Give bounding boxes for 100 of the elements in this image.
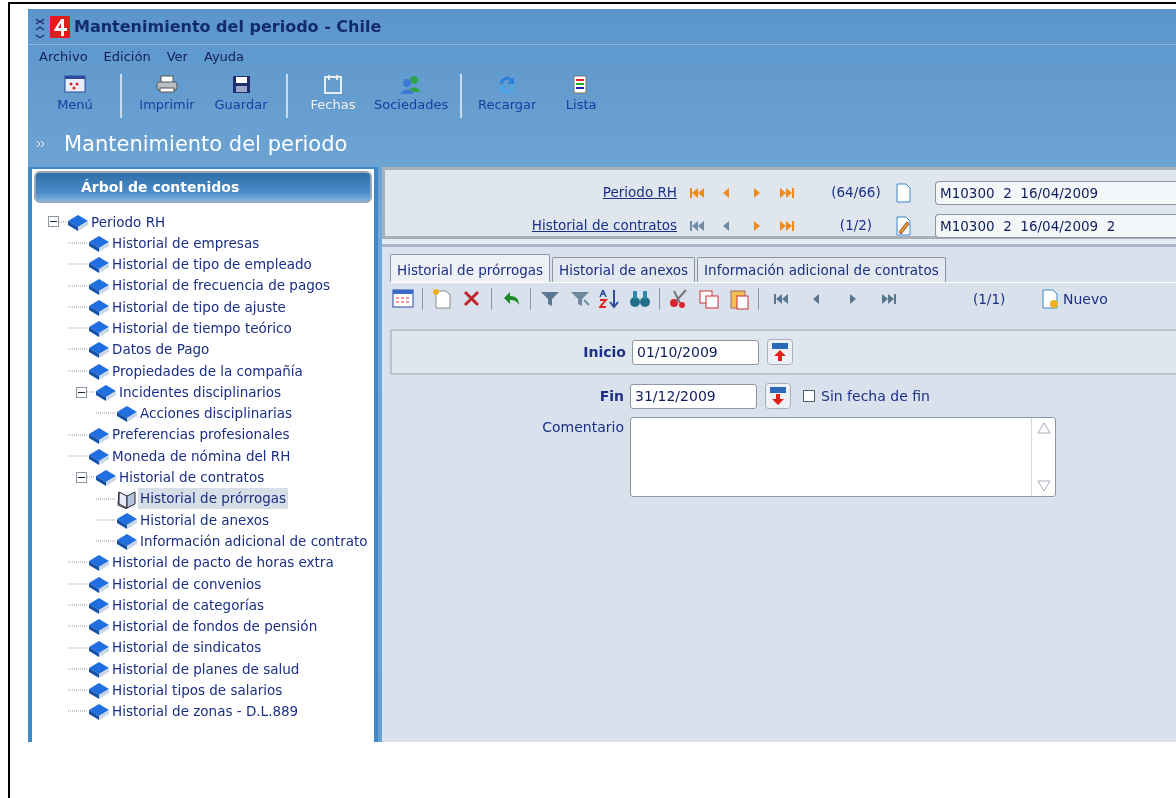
dotted-connector	[68, 561, 88, 564]
menu-item[interactable]: Archivo	[39, 47, 88, 67]
dotted-connector	[68, 433, 88, 436]
tree-item[interactable]: Historial de zonas - D.L.889	[110, 701, 301, 722]
collapse-toggle[interactable]	[48, 216, 59, 228]
dotted-connector	[68, 305, 88, 308]
new-button[interactable]: Nuevo	[1041, 288, 1108, 311]
tree-item[interactable]: Historial de categorías	[110, 594, 266, 616]
edit-document-icon[interactable]	[895, 215, 911, 236]
dotted-connector	[68, 454, 88, 457]
book-icon	[88, 318, 110, 339]
dotted-connector	[87, 476, 95, 479]
scissors-icon[interactable]	[668, 288, 690, 311]
calendar-button[interactable]	[767, 339, 793, 366]
dotted-connector	[96, 518, 116, 521]
dotted-connector	[68, 667, 88, 670]
dotted-connector	[96, 497, 116, 500]
printer-icon	[155, 74, 179, 95]
tree-item[interactable]: Historial de planes de salud	[110, 658, 302, 679]
tree-item[interactable]: Información adicional de contrato	[138, 530, 370, 552]
tree-item[interactable]: Historial de prórrogas	[138, 488, 289, 509]
last-record-icon[interactable]	[779, 219, 795, 232]
first-record-icon[interactable]	[773, 293, 789, 306]
new-document-icon	[1041, 288, 1059, 311]
checkbox-label: Sin fecha de fin	[821, 386, 930, 406]
book-icon	[95, 382, 117, 402]
dotted-connector	[68, 689, 88, 692]
menu-item[interactable]: Ayuda	[203, 47, 245, 67]
record-link[interactable]: Historial de contratos	[385, 215, 677, 236]
tree-item[interactable]: Historial de convenios	[110, 573, 264, 594]
record-field[interactable]: M10300 2 16/04/2009	[935, 180, 1176, 205]
last-record-icon[interactable]	[881, 293, 897, 306]
expand-arrows-icon[interactable]	[36, 140, 46, 150]
tree-item[interactable]: Historial tipos de salarios	[110, 680, 285, 701]
book-icon	[88, 254, 110, 275]
tree-item[interactable]: Moneda de nómina del RH	[110, 445, 293, 467]
tree-item[interactable]: Historial de pacto de horas extra	[110, 552, 336, 573]
dotted-connector	[68, 710, 88, 713]
tree-item[interactable]: Historial de frecuencia de pagos	[110, 275, 333, 296]
dotted-connector	[87, 391, 95, 393]
field-label: Fin	[598, 386, 625, 406]
scroll-up-icon[interactable]	[1036, 422, 1051, 435]
scroll-down-icon[interactable]	[1036, 480, 1051, 493]
dotted-connector	[68, 327, 88, 330]
checkbox[interactable]	[803, 390, 815, 403]
tree-item[interactable]: Historial de anexos	[138, 509, 272, 530]
sort-icon[interactable]	[599, 288, 621, 311]
comment-field[interactable]	[630, 417, 1056, 498]
open-book-icon	[116, 488, 138, 509]
dotted-connector	[68, 369, 88, 372]
tree-item[interactable]: Historial de sindicatos	[110, 637, 264, 658]
dotted-connector	[68, 604, 88, 606]
tree-item[interactable]: Incidentes disciplinarios	[117, 381, 284, 403]
tree-item[interactable]: Preferencias profesionales	[110, 424, 292, 445]
tree-item[interactable]: Historial de tiempo teórico	[110, 318, 294, 339]
book-icon	[88, 616, 110, 637]
tab[interactable]: Historial de anexos	[552, 257, 696, 283]
tree-item[interactable]: Historial de tipo de ajuste	[110, 296, 288, 317]
book-icon	[88, 339, 110, 360]
dotted-connector	[68, 263, 88, 266]
collapse-toggle[interactable]	[76, 386, 87, 398]
tree-item[interactable]: Propiedades de la compañía	[110, 360, 305, 381]
tree-item[interactable]: Historial de empresas	[110, 232, 262, 254]
date-field[interactable]: 31/12/2009	[630, 383, 757, 409]
new-document-icon[interactable]	[431, 288, 453, 311]
dotted-connector	[68, 241, 88, 244]
tree-item[interactable]: Datos de Pago	[110, 339, 212, 360]
grid-view-icon[interactable]	[392, 288, 414, 311]
collapse-toggle[interactable]	[76, 471, 87, 483]
page-heading: Mantenimiento del periodo	[64, 131, 348, 159]
field-label: Inicio	[582, 342, 627, 362]
book-icon	[116, 531, 138, 552]
paste-icon[interactable]	[728, 288, 750, 311]
menu-item[interactable]: Ver	[166, 47, 188, 67]
tab[interactable]: Historial de prórrogas	[390, 254, 551, 283]
record-count: (1/2)	[838, 216, 874, 236]
document-icon[interactable]	[895, 182, 911, 203]
dotted-connector	[68, 348, 88, 351]
field-label: Comentario	[541, 418, 625, 438]
record-field[interactable]: M10300 2 16/04/2009 2	[935, 213, 1176, 238]
last-record-icon[interactable]	[779, 186, 795, 199]
calendar-button[interactable]	[765, 383, 791, 410]
book-icon	[116, 403, 138, 424]
dotted-connector	[68, 284, 88, 287]
tab[interactable]: Información adicional de contratos	[697, 257, 946, 283]
book-icon	[88, 552, 110, 573]
tree-item[interactable]: Historial de contratos	[117, 467, 267, 488]
dotted-connector	[59, 220, 67, 223]
copy-icon[interactable]	[698, 288, 720, 311]
tree-item[interactable]: Acciones disciplinarias	[138, 403, 295, 424]
tree-item[interactable]: Historial de tipo de empleado	[110, 254, 314, 275]
menu-item[interactable]: Edición	[103, 47, 151, 67]
app-logo-icon	[50, 15, 70, 38]
tree-item[interactable]: Periodo RH	[89, 211, 168, 232]
date-field[interactable]: 01/10/2009	[632, 339, 759, 365]
record-link[interactable]: Periodo RH	[385, 182, 677, 203]
tree-item[interactable]: Historial de fondos de pensión	[110, 616, 320, 637]
window-title: Mantenimiento del periodo - Chile	[74, 15, 382, 38]
book-icon	[88, 595, 110, 615]
first-record-icon[interactable]	[689, 186, 705, 199]
